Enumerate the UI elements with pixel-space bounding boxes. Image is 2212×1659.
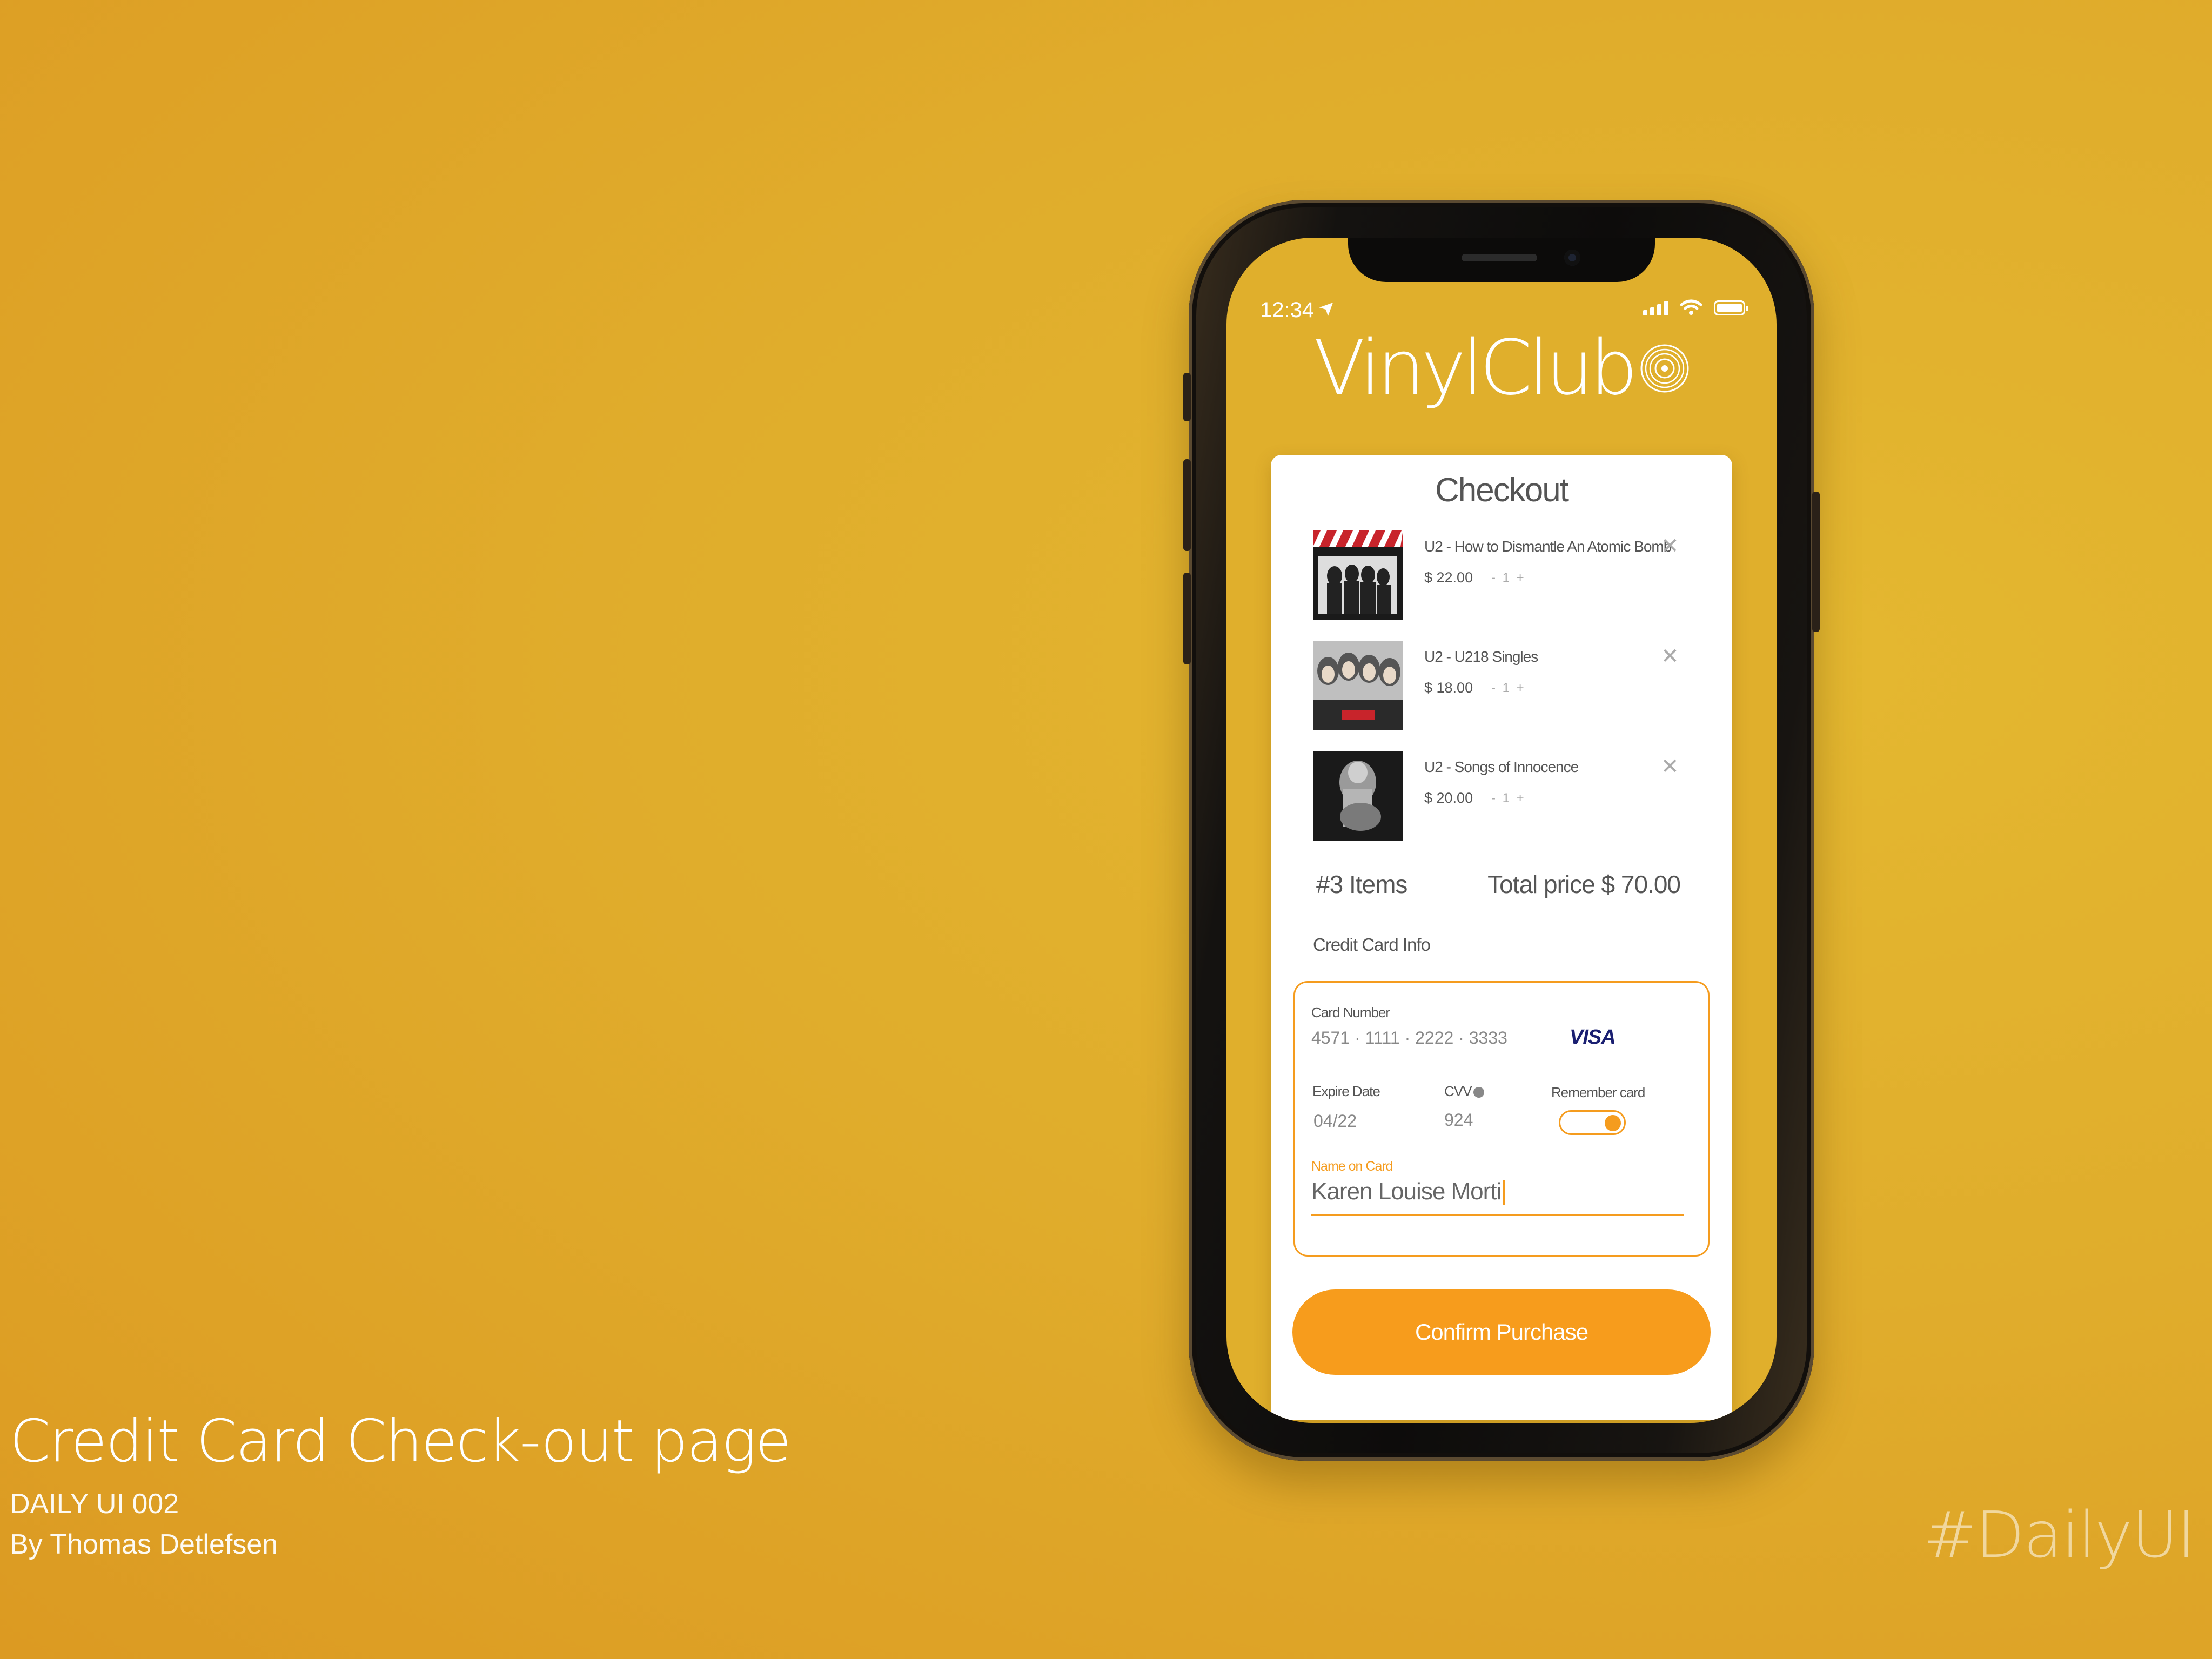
- item-price: $ 22.00: [1424, 569, 1473, 586]
- app-logo: VinylClub: [1226, 324, 1777, 412]
- cvv-label-text: CVV: [1444, 1083, 1472, 1099]
- phone-frame: 12:34 ➤ VinylClub Checkout U2 - How to D…: [1183, 200, 1820, 1461]
- text-caret: [1503, 1180, 1505, 1206]
- checkout-title: Checkout: [1435, 472, 1569, 509]
- cvv-field[interactable]: 924: [1444, 1110, 1473, 1130]
- album-cover: [1313, 751, 1403, 841]
- vinyl-disc-icon: [1640, 344, 1689, 392]
- wifi-icon: [1680, 299, 1702, 315]
- album-cover: [1313, 641, 1403, 730]
- item-price: $ 20.00: [1424, 790, 1473, 806]
- remove-item-icon[interactable]: ✕: [1661, 754, 1679, 779]
- cart-item: U2 - How to Dismantle An Atomic Bomb $ 2…: [1313, 530, 1691, 620]
- status-icons: [1643, 299, 1748, 315]
- visa-logo: VISA: [1570, 1026, 1616, 1049]
- location-icon: ➤: [1313, 293, 1341, 321]
- expire-date-field[interactable]: 04/22: [1313, 1111, 1357, 1131]
- item-count: #3 Items: [1316, 870, 1407, 898]
- item-price: $ 18.00: [1424, 680, 1473, 696]
- remember-card-label: Remember card: [1551, 1084, 1645, 1100]
- signal-icon: [1643, 301, 1668, 315]
- name-on-card-label: Name on Card: [1311, 1159, 1393, 1174]
- volume-down-button: [1183, 573, 1191, 664]
- name-on-card-value: Karen Louise Morti: [1311, 1178, 1502, 1205]
- phone-screen: 12:34 ➤ VinylClub Checkout U2 - How to D…: [1226, 238, 1777, 1423]
- quantity-stepper[interactable]: - 1 +: [1491, 570, 1526, 586]
- credit-card-form: Card Number 4571 · 1111 · 2222 · 3333 VI…: [1293, 981, 1710, 1257]
- notch: [1348, 238, 1655, 282]
- speaker: [1462, 254, 1537, 261]
- status-time: 12:34: [1260, 298, 1315, 322]
- cvv-label: CVV: [1444, 1083, 1485, 1100]
- item-name: U2 - U218 Singles: [1424, 648, 1538, 665]
- app-logo-text: VinylClub: [1313, 324, 1638, 412]
- remember-card-toggle[interactable]: [1559, 1110, 1626, 1135]
- remove-item-icon[interactable]: ✕: [1661, 534, 1679, 559]
- cart-item: U2 - Songs of Innocence $ 20.00 - 1 + ✕: [1313, 751, 1691, 841]
- toggle-knob: [1605, 1115, 1621, 1131]
- battery-icon: [1714, 300, 1748, 315]
- volume-up-button: [1183, 459, 1191, 551]
- power-button: [1812, 492, 1820, 632]
- quantity-stepper[interactable]: - 1 +: [1491, 791, 1526, 806]
- name-on-card-field[interactable]: Karen Louise Morti: [1311, 1178, 1684, 1216]
- remove-item-icon[interactable]: ✕: [1661, 644, 1679, 669]
- caption-subtitle: DAILY UI 002 By Thomas Detlefsen: [10, 1484, 790, 1566]
- front-camera: [1564, 250, 1580, 266]
- checkout-card: Checkout U2 - How to Dismantle An Atomic…: [1271, 455, 1732, 1420]
- item-name: U2 - How to Dismantle An Atomic Bomb: [1424, 538, 1672, 555]
- hashtag: #DailyUI: [1923, 1497, 2196, 1572]
- card-number-label: Card Number: [1311, 1004, 1390, 1020]
- item-name: U2 - Songs of Innocence: [1424, 758, 1579, 775]
- caption: Credit Card Check-out page DAILY UI 002 …: [10, 1408, 791, 1566]
- caption-title: Credit Card Check-out page: [10, 1408, 791, 1475]
- caption-series: DAILY UI 002: [10, 1488, 179, 1520]
- expire-date-label: Expire Date: [1312, 1083, 1380, 1099]
- card-number-field[interactable]: 4571 · 1111 · 2222 · 3333: [1311, 1028, 1507, 1048]
- album-cover: [1313, 530, 1403, 620]
- mute-switch: [1183, 373, 1191, 421]
- quantity-stepper[interactable]: - 1 +: [1491, 681, 1526, 696]
- total-price: Total price $ 70.00: [1487, 870, 1681, 898]
- info-icon[interactable]: [1473, 1087, 1485, 1098]
- cart-item: U2 - U218 Singles $ 18.00 - 1 + ✕: [1313, 641, 1691, 730]
- credit-card-section-label: Credit Card Info: [1313, 935, 1431, 955]
- confirm-purchase-button[interactable]: Confirm Purchase: [1292, 1289, 1711, 1375]
- caption-author: By Thomas Detlefsen: [10, 1529, 278, 1561]
